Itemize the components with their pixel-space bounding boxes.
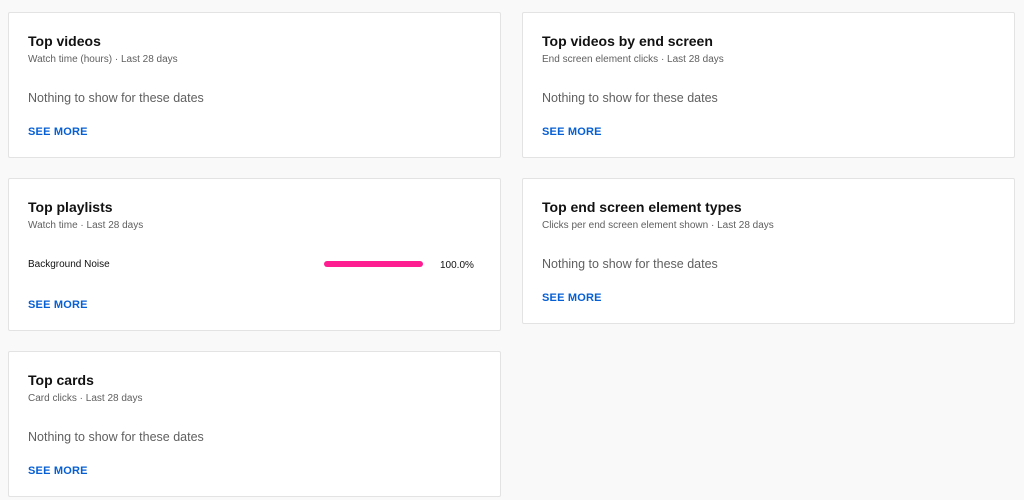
empty-state-text: Nothing to show for these dates <box>542 91 718 105</box>
empty-state-text: Nothing to show for these dates <box>542 257 718 271</box>
empty-state-text: Nothing to show for these dates <box>28 91 204 105</box>
top-videos-by-end-screen-card: Top videos by end screen End screen elem… <box>522 12 1015 158</box>
see-more-link[interactable]: SEE MORE <box>28 126 88 138</box>
card-subtitle: End screen element clicks · Last 28 days <box>542 54 724 65</box>
card-subtitle: Watch time · Last 28 days <box>28 220 144 231</box>
see-more-link[interactable]: SEE MORE <box>542 126 602 138</box>
card-subtitle: Card clicks · Last 28 days <box>28 393 143 404</box>
see-more-link[interactable]: SEE MORE <box>28 299 88 311</box>
card-title: Top end screen element types <box>542 199 742 215</box>
playlist-row-label[interactable]: Background Noise <box>28 259 110 270</box>
card-title: Top videos by end screen <box>542 33 713 49</box>
card-title: Top videos <box>28 33 101 49</box>
see-more-link[interactable]: SEE MORE <box>28 465 88 477</box>
top-playlists-card: Top playlists Watch time · Last 28 days … <box>8 178 501 331</box>
see-more-link[interactable]: SEE MORE <box>542 292 602 304</box>
playlist-share-bar <box>324 261 423 267</box>
top-end-screen-element-types-card: Top end screen element types Clicks per … <box>522 178 1015 324</box>
top-videos-card: Top videos Watch time (hours) · Last 28 … <box>8 12 501 158</box>
card-title: Top playlists <box>28 199 113 215</box>
empty-state-text: Nothing to show for these dates <box>28 430 204 444</box>
card-title: Top cards <box>28 372 94 388</box>
card-subtitle: Clicks per end screen element shown · La… <box>542 220 774 231</box>
top-cards-card: Top cards Card clicks · Last 28 days Not… <box>8 351 501 497</box>
card-subtitle: Watch time (hours) · Last 28 days <box>28 54 178 65</box>
playlist-share-bar-fill <box>324 261 423 267</box>
playlist-row-percent: 100.0% <box>440 260 474 271</box>
